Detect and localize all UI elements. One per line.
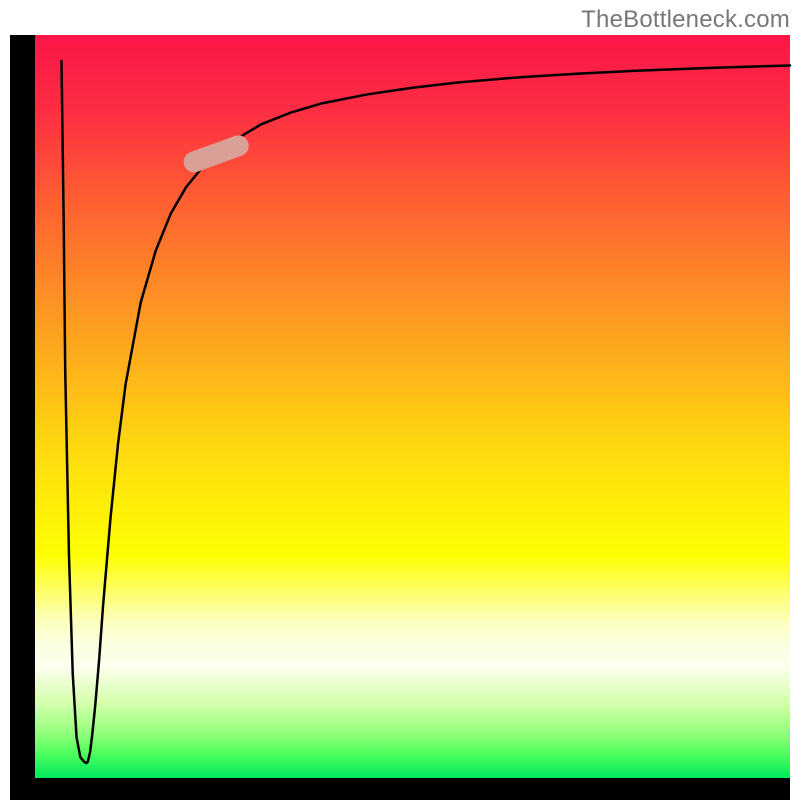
plot-background: [35, 35, 790, 778]
bottleneck-chart: [0, 0, 800, 800]
chart-container: TheBottleneck.com: [0, 0, 800, 800]
watermark-label: TheBottleneck.com: [581, 6, 790, 34]
